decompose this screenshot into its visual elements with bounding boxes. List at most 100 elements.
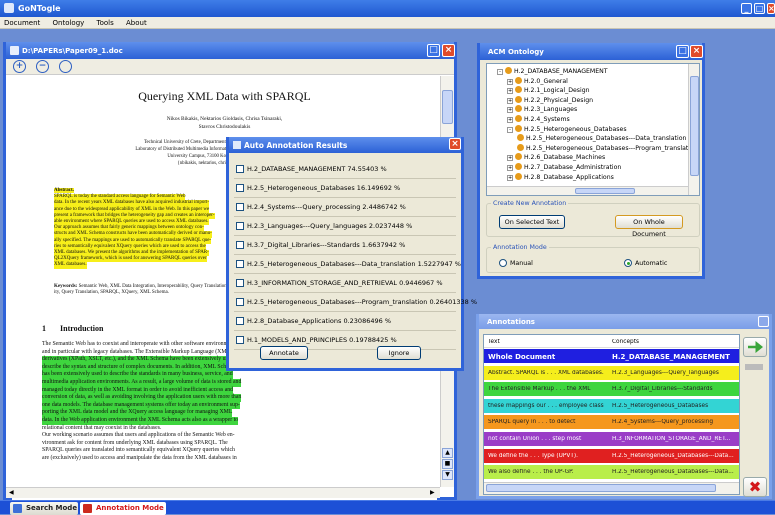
menu-tools[interactable]: Tools — [97, 19, 114, 27]
maximize-icon[interactable]: □ — [427, 44, 440, 57]
tree-horizontal-scrollbar[interactable] — [487, 186, 688, 195]
maximize-icon[interactable]: □ — [754, 3, 765, 14]
concept-bullet-icon — [505, 67, 512, 74]
intro-line: relational content that may coexist in t… — [42, 424, 162, 431]
page-down-icon[interactable]: ▼ — [442, 470, 453, 480]
menu-ontology[interactable]: Ontology — [53, 19, 85, 27]
restore-icon[interactable] — [758, 316, 769, 327]
close-icon[interactable]: × — [449, 138, 461, 150]
checkbox[interactable] — [236, 298, 244, 306]
table-row[interactable]: Abstract. SPARQL is . . . XML databases.… — [484, 365, 739, 381]
on-selected-text-button[interactable]: On Selected Text — [499, 215, 565, 229]
ontology-tree: - H.2_DATABASE_MANAGEMENT + H.2.0_General + H… — [486, 63, 700, 196]
tree-node-label: H.2.7_Database_Administration — [524, 164, 622, 171]
expand-icon[interactable]: + — [507, 117, 513, 123]
abstract-line: ance due to the widespread applicability… — [54, 206, 210, 213]
tree-node[interactable]: H.2.5_Heterogeneous_Databases---Program_… — [517, 143, 698, 152]
tree-node[interactable]: + H.2.4_Systems — [507, 115, 570, 123]
table-row[interactable]: these mappings our . . . employee class H… — [484, 398, 739, 414]
tree-node[interactable]: + H.2.3_Languages — [507, 105, 577, 114]
close-icon[interactable]: × — [442, 44, 455, 57]
abstract-label: Abstract. — [54, 188, 74, 193]
tree-node[interactable]: - H.2.5_Heterogeneous_Databases — [507, 124, 627, 133]
annotation-result-item[interactable]: H.2.5_Heterogeneous_Databases---Program_… — [234, 293, 477, 313]
automatic-radio[interactable] — [624, 259, 632, 267]
annotate-button[interactable]: Annotate — [260, 346, 308, 360]
annotations-table: Text Concepts Whole Document H.2_DATABASE… — [483, 334, 740, 495]
checkbox[interactable] — [236, 222, 244, 230]
on-whole-document-button[interactable]: On Whole Document — [615, 215, 683, 238]
table-row[interactable]: not contain Union . . . step most H.3_INF… — [484, 432, 739, 447]
page-up-icon[interactable]: ▲ — [442, 448, 453, 458]
search-mode-tab[interactable]: Search Mode — [10, 502, 78, 515]
delete-annotation-button[interactable]: ✖ — [743, 477, 767, 497]
menu-about[interactable]: About — [126, 19, 147, 27]
page-icon[interactable]: ■ — [442, 459, 453, 469]
tree-node[interactable]: + H.2.2_Physical_Design — [507, 95, 593, 104]
scroll-thumb[interactable] — [442, 90, 453, 124]
annotation-result-item[interactable]: H.2.4_Systems---Query_processing 2.44867… — [234, 198, 456, 218]
scroll-right-icon[interactable]: ▶ — [430, 489, 438, 497]
annotation-concept-cell: H.2.3_Languages---Query_languages — [612, 369, 719, 376]
annotation-result-item[interactable]: H.2.3_Languages---Query_languages 2.0237… — [234, 217, 456, 237]
table-row[interactable]: Whole Document H.2_DATABASE_MANAGEMENT — [484, 349, 739, 364]
annotation-result-item[interactable]: H.2_DATABASE_MANAGEMENT 74.55403 % — [234, 160, 456, 180]
annotation-result-item[interactable]: H.2.8_Database_Applications 0.23086496 % — [234, 312, 456, 332]
table-row[interactable]: SPARQL query in . . . to detect H.2.4_Sys… — [484, 415, 739, 431]
expand-icon[interactable]: + — [507, 78, 513, 85]
checkbox[interactable] — [236, 165, 244, 173]
checkbox[interactable] — [236, 336, 244, 344]
manual-radio[interactable] — [499, 259, 507, 267]
checkbox[interactable] — [236, 317, 244, 325]
expand-icon[interactable]: + — [507, 88, 513, 95]
zoom-fit-icon[interactable] — [59, 60, 72, 73]
expand-icon[interactable]: + — [507, 174, 513, 181]
annotation-result-item[interactable]: H.2.5_Heterogeneous_Databases 16.149692 … — [234, 179, 456, 199]
annotation-result-item[interactable]: H.2.5_Heterogeneous_Databases---Data_tra… — [234, 255, 461, 275]
annotation-result-item[interactable]: H.3.7_Digital_Libraries---Standards 1.66… — [234, 236, 456, 256]
scroll-thumb[interactable] — [690, 76, 699, 176]
tree-node[interactable]: + H.2.7_Database_Administration — [507, 163, 621, 171]
auto-annotation-dialog: Auto Annotation Results × H.2_DATABASE_M… — [226, 137, 477, 371]
checkbox[interactable] — [236, 184, 244, 192]
checkbox[interactable] — [236, 260, 244, 268]
minimize-icon[interactable]: _ — [741, 3, 752, 14]
maximize-icon[interactable]: □ — [676, 45, 689, 58]
collapse-icon[interactable]: - — [497, 69, 503, 75]
close-icon[interactable]: × — [690, 45, 703, 58]
table-row[interactable]: We also define . . . the UP-GP. H.2.5_Het… — [484, 465, 739, 481]
annotation-result-item[interactable]: H.3_INFORMATION_STORAGE_AND_RETRIEVAL 0.… — [234, 274, 456, 294]
expand-icon[interactable]: + — [507, 155, 513, 162]
table-row[interactable]: The Extensible Markup . . . the XML H.3.7… — [484, 382, 739, 398]
close-icon[interactable]: × — [767, 3, 775, 14]
minus-icon[interactable] — [745, 364, 763, 370]
tree-node[interactable]: + H.2.0_General — [507, 76, 568, 85]
tree-node[interactable]: + H.2.1_Logical_Design — [507, 86, 590, 95]
scroll-thumb[interactable] — [575, 188, 635, 194]
collapse-icon[interactable]: - — [507, 126, 513, 133]
expand-icon[interactable]: + — [507, 97, 513, 104]
scroll-left-icon[interactable]: ◀ — [9, 489, 17, 497]
ontology-titlebar: ACM Ontology □ × — [480, 43, 703, 60]
scroll-thumb[interactable] — [486, 484, 716, 492]
checkbox[interactable] — [236, 241, 244, 249]
expand-icon[interactable]: + — [507, 165, 513, 171]
menu-document[interactable]: Document — [4, 19, 40, 27]
add-annotation-button[interactable] — [743, 337, 767, 357]
expand-icon[interactable]: + — [507, 107, 513, 114]
checkbox[interactable] — [236, 279, 244, 287]
checkbox[interactable] — [236, 203, 244, 211]
tree-node[interactable]: - H.2_DATABASE_MANAGEMENT — [497, 67, 608, 75]
table-row[interactable]: We define the . . . Type (UPVT). H.2.5_He… — [484, 448, 739, 464]
tree-vertical-scrollbar[interactable] — [688, 64, 699, 195]
zoom-in-icon[interactable]: + — [13, 60, 26, 73]
document-horizontal-scrollbar[interactable]: ◀ ▶ — [6, 487, 440, 498]
tree-node[interactable]: + H.2.6_Database_Machines — [507, 153, 605, 162]
tree-node[interactable]: + H.2.8_Database_Applications — [507, 172, 614, 181]
delete-x-icon: ✖ — [748, 478, 762, 496]
zoom-out-icon[interactable]: − — [36, 60, 49, 73]
ignore-button[interactable]: Ignore — [377, 346, 421, 360]
annotation-mode-tab[interactable]: Annotation Mode — [80, 502, 166, 515]
tree-node[interactable]: H.2.5_Heterogeneous_Databases---Data_tra… — [517, 134, 686, 142]
table-horizontal-scrollbar[interactable] — [484, 482, 739, 494]
